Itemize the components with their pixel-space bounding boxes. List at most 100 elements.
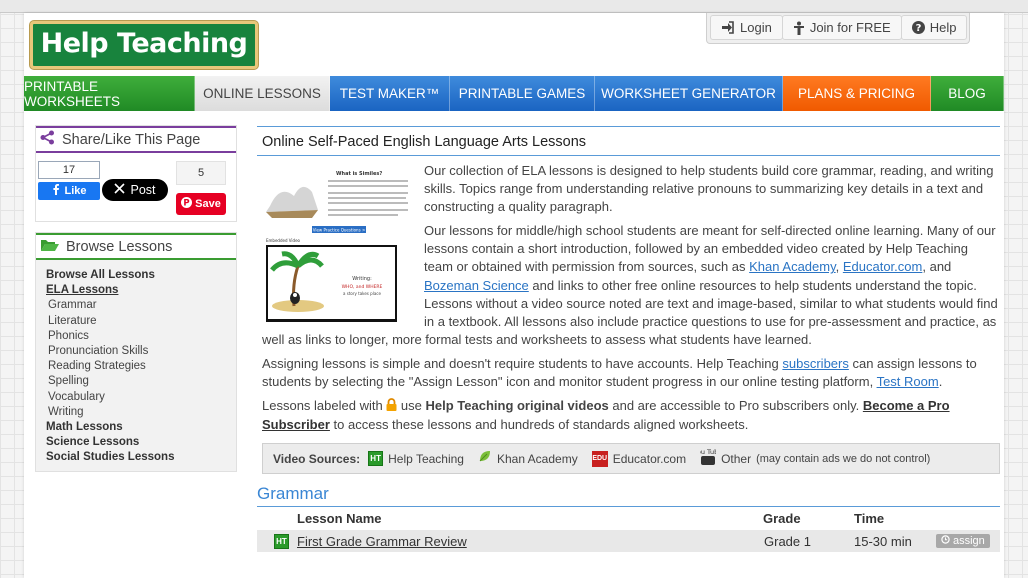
login-icon bbox=[721, 21, 735, 34]
nav-plans-pricing[interactable]: PLANS & PRICING bbox=[783, 76, 931, 111]
facebook-like[interactable]: 17 Like bbox=[38, 161, 100, 201]
video-sources-bar: Video Sources: HT Help Teaching Khan Acad… bbox=[262, 443, 1000, 475]
link-test-room[interactable]: Test Room bbox=[877, 374, 939, 389]
assign-button[interactable]: assign bbox=[936, 534, 990, 549]
thumb-button-text: View Practice Questions > bbox=[313, 228, 366, 233]
bold-text: Help Teaching original videos bbox=[425, 398, 609, 414]
folder-open-icon bbox=[40, 238, 59, 256]
pinterest-icon: P bbox=[181, 197, 193, 211]
source-educator: EDU Educator.com bbox=[591, 450, 687, 468]
youtube-icon: You Tube bbox=[693, 447, 722, 470]
browse-item-social-studies-lessons[interactable]: Social Studies Lessons bbox=[46, 450, 236, 465]
text: Assigning lessons is simple and doesn't … bbox=[262, 355, 783, 371]
browse-item-grammar[interactable]: Grammar bbox=[46, 298, 236, 313]
nav-label: BLOG bbox=[948, 86, 986, 101]
svg-text:You Tube: You Tube bbox=[700, 448, 716, 456]
pinterest-save[interactable]: 5 P Save bbox=[176, 161, 226, 215]
browser-top-strip bbox=[0, 0, 1028, 13]
lesson-preview-image: What is Similes? View Practice Questions… bbox=[262, 166, 414, 324]
fb-like-button[interactable]: Like bbox=[38, 182, 100, 200]
thumb-slide-line3: a story takes place bbox=[343, 291, 381, 296]
browse-title: Browse Lessons bbox=[66, 238, 173, 255]
nav-blog[interactable]: BLOG bbox=[931, 76, 1004, 111]
nav-printable-worksheets[interactable]: PRINTABLE WORKSHEETS bbox=[24, 76, 195, 111]
link-educator[interactable]: Educator.com bbox=[843, 259, 923, 274]
pin-save-label: Save bbox=[195, 198, 221, 210]
browse-item-phonics[interactable]: Phonics bbox=[46, 329, 236, 344]
leaf-icon bbox=[478, 449, 492, 468]
page-title: Online Self-Paced English Language Arts … bbox=[257, 126, 1000, 156]
source-other: You Tube Other (may contain ads we do not … bbox=[693, 447, 931, 470]
lesson-link[interactable]: First Grade Grammar Review bbox=[297, 534, 763, 549]
source-note: (may contain ads we do not control) bbox=[756, 452, 931, 465]
svg-text:?: ? bbox=[915, 23, 921, 34]
browse-item-ela-lessons[interactable]: ELA Lessons bbox=[46, 283, 236, 298]
source-label: Other bbox=[721, 451, 752, 466]
browse-item-browse-all-lessons[interactable]: Browse All Lessons bbox=[46, 268, 236, 283]
browse-header: Browse Lessons bbox=[36, 233, 236, 260]
login-label: Login bbox=[740, 20, 772, 35]
thumb-slide-line1: Writing: bbox=[352, 276, 372, 282]
join-label: Join for FREE bbox=[809, 20, 891, 35]
pin-save-button[interactable]: P Save bbox=[176, 193, 226, 215]
nav-online-lessons[interactable]: ONLINE LESSONS bbox=[195, 76, 330, 111]
browse-item-literature[interactable]: Literature bbox=[46, 314, 236, 329]
thumb-slide-line2: WHO, and WHERE bbox=[342, 284, 383, 290]
browse-item-vocabulary[interactable]: Vocabulary bbox=[46, 390, 236, 405]
source-help-teaching: HT Help Teaching bbox=[368, 450, 464, 468]
browse-item-science-lessons[interactable]: Science Lessons bbox=[46, 435, 236, 450]
link-khan-academy[interactable]: Khan Academy bbox=[749, 259, 835, 274]
source-label: Educator.com bbox=[612, 451, 687, 466]
source-label: Khan Academy bbox=[496, 451, 578, 466]
text: , bbox=[835, 259, 843, 275]
col-lesson-name: Lesson Name bbox=[297, 511, 382, 527]
table-header: Lesson Name Grade Time bbox=[257, 507, 1000, 530]
fb-like-count: 17 bbox=[38, 161, 100, 179]
thumb-heading: What is Similes? bbox=[336, 171, 382, 177]
join-button[interactable]: Join for FREE bbox=[781, 15, 902, 40]
text: use bbox=[397, 398, 426, 414]
share-icon bbox=[40, 130, 55, 149]
nav-label: ONLINE LESSONS bbox=[203, 86, 321, 101]
main-content: Online Self-Paced English Language Arts … bbox=[257, 126, 1000, 553]
pin-count: 5 bbox=[176, 161, 226, 185]
edu-badge-icon: EDU bbox=[591, 450, 608, 467]
browse-item-reading-strategies[interactable]: Reading Strategies bbox=[46, 359, 236, 374]
browse-item-spelling[interactable]: Spelling bbox=[46, 374, 236, 389]
intro-paragraph-3: Assigning lessons is simple and doesn't … bbox=[262, 355, 1000, 391]
col-time: Time bbox=[854, 511, 885, 527]
text: . bbox=[938, 374, 943, 390]
help-button[interactable]: ? Help bbox=[900, 15, 968, 40]
ht-badge-icon: HT bbox=[274, 533, 289, 549]
site-logo[interactable]: Help Teaching bbox=[30, 21, 258, 69]
user-bar: Login Join for FREE ? Help bbox=[706, 13, 971, 44]
browse-list: Browse All Lessons ELA Lessons Grammar Lite… bbox=[36, 260, 236, 471]
nav-test-maker[interactable]: TEST MAKER™ bbox=[330, 76, 450, 111]
logo-text: Help Teaching bbox=[40, 28, 248, 59]
browse-item-writing[interactable]: Writing bbox=[46, 405, 236, 420]
person-icon bbox=[793, 21, 805, 35]
nav-printable-games[interactable]: PRINTABLE GAMES bbox=[450, 76, 595, 111]
fb-like-label: Like bbox=[64, 185, 87, 197]
ht-badge-icon: HT bbox=[368, 451, 384, 467]
x-post-label: Post bbox=[130, 183, 156, 197]
nav-label: TEST MAKER™ bbox=[339, 86, 440, 101]
col-grade: Grade bbox=[763, 511, 801, 527]
page: Help Teaching Login Join for FREE ? Help… bbox=[24, 13, 1004, 578]
x-post-button[interactable]: Post bbox=[102, 179, 168, 201]
lock-icon bbox=[386, 398, 397, 416]
intro-paragraph-4: Lessons labeled with use Help Teaching o… bbox=[262, 397, 1000, 434]
login-button[interactable]: Login bbox=[710, 15, 783, 40]
share-box: Share/Like This Page 17 Like Post 5 P Sa… bbox=[35, 125, 237, 222]
nav-worksheet-generator[interactable]: WORKSHEET GENERATOR bbox=[595, 76, 783, 111]
help-label: Help bbox=[929, 20, 957, 35]
text: to access these lessons and hundreds of … bbox=[329, 417, 749, 433]
facebook-icon bbox=[51, 184, 61, 198]
browse-item-math-lessons[interactable]: Math Lessons bbox=[46, 420, 236, 435]
lesson-grade: Grade 1 bbox=[764, 533, 811, 549]
table-row: HT First Grade Grammar Review Grade 1 15… bbox=[257, 530, 1000, 553]
link-bozeman-science[interactable]: Bozeman Science bbox=[424, 278, 529, 293]
link-subscribers[interactable]: subscribers bbox=[782, 356, 848, 371]
browse-item-pronunciation-skills[interactable]: Pronunciation Skills bbox=[46, 344, 236, 359]
clock-icon bbox=[941, 535, 950, 547]
